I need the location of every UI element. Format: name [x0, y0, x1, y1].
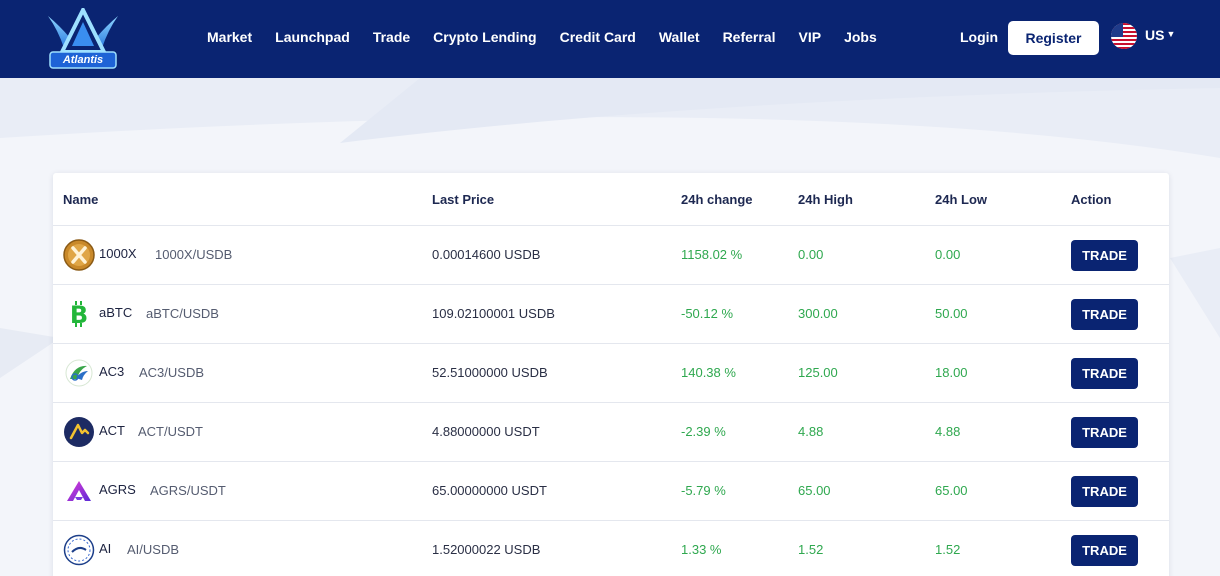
- change-24h: -5.79 %: [681, 483, 726, 498]
- atlantis-logo[interactable]: Atlantis: [46, 5, 120, 72]
- nav-credit-card[interactable]: Credit Card: [560, 29, 636, 45]
- high-24h: 125.00: [798, 365, 838, 380]
- nav-market[interactable]: Market: [207, 29, 252, 45]
- coin-symbol: AGRS: [99, 482, 136, 497]
- last-price: 4.88000000 USDT: [432, 424, 540, 439]
- table-row[interactable]: AGRS AGRS/USDT 65.00000000 USDT -5.79 % …: [53, 462, 1169, 521]
- coin-pair: 1000X/USDB: [155, 247, 233, 262]
- us-flag-icon[interactable]: [1111, 23, 1137, 49]
- svg-text:B: B: [70, 301, 88, 329]
- last-price: 109.02100001 USDB: [432, 306, 555, 321]
- main-nav: Market Launchpad Trade Crypto Lending Cr…: [207, 29, 900, 45]
- low-24h: 65.00: [935, 483, 968, 498]
- change-24h: 1158.02 %: [681, 247, 743, 262]
- act-coin-icon: [63, 416, 95, 448]
- coin-pair: AGRS/USDT: [150, 483, 226, 498]
- high-24h: 0.00: [798, 247, 824, 262]
- caret-down-icon: ▼: [1166, 29, 1176, 39]
- coin-pair: AI/USDB: [127, 542, 180, 557]
- high-24h: 65.00: [798, 483, 831, 498]
- 1000x-coin-icon: [63, 239, 95, 271]
- last-price: 0.00014600 USDB: [432, 247, 541, 262]
- register-button[interactable]: Register: [1008, 21, 1099, 55]
- table-row[interactable]: B aBTC aBTC/USDB 109.02100001 USDB -50.1…: [53, 285, 1169, 344]
- coin-symbol: AI: [99, 541, 112, 556]
- table-row[interactable]: 1000X 1000X/USDB 0.00014600 USDB 1158.02…: [53, 226, 1169, 285]
- change-24h: -2.39 %: [681, 424, 726, 439]
- coin-pair: aBTC/USDB: [146, 306, 219, 321]
- coin-pair: AC3/USDB: [139, 365, 205, 380]
- nav-wallet[interactable]: Wallet: [659, 29, 700, 45]
- ac3-coin-icon: [63, 357, 95, 389]
- column-last-price[interactable]: Last Price: [432, 192, 494, 207]
- table-header: Name Last Price 24h change 24h High 24h …: [53, 173, 1169, 226]
- low-24h: 50.00: [935, 306, 968, 321]
- market-table: Name Last Price 24h change 24h High 24h …: [53, 173, 1169, 576]
- column-24h-change[interactable]: 24h change: [681, 192, 753, 207]
- nav-jobs[interactable]: Jobs: [844, 29, 877, 45]
- nav-referral[interactable]: Referral: [723, 29, 776, 45]
- trade-button[interactable]: TRADE: [1071, 476, 1138, 507]
- last-price: 65.00000000 USDT: [432, 483, 547, 498]
- table-row[interactable]: ACT ACT/USDT 4.88000000 USDT -2.39 % 4.8…: [53, 403, 1169, 462]
- coin-symbol: aBTC: [99, 305, 133, 320]
- nav-trade[interactable]: Trade: [373, 29, 410, 45]
- column-24h-low[interactable]: 24h Low: [935, 192, 987, 207]
- low-24h: 4.88: [935, 424, 961, 439]
- trade-button[interactable]: TRADE: [1071, 417, 1138, 448]
- nav-launchpad[interactable]: Launchpad: [275, 29, 350, 45]
- coin-symbol: AC3: [99, 364, 125, 379]
- nav-crypto-lending[interactable]: Crypto Lending: [433, 29, 536, 45]
- low-24h: 18.00: [935, 365, 968, 380]
- logo-text: Atlantis: [62, 54, 104, 66]
- low-24h: 0.00: [935, 247, 961, 262]
- change-24h: -50.12 %: [681, 306, 734, 321]
- agrs-coin-icon: [63, 475, 95, 507]
- high-24h: 1.52: [798, 542, 824, 557]
- high-24h: 4.88: [798, 424, 824, 439]
- top-navbar: Atlantis Market Launchpad Trade Crypto L…: [0, 0, 1220, 78]
- trade-button[interactable]: TRADE: [1071, 299, 1138, 330]
- abtc-coin-icon: B: [63, 298, 95, 330]
- language-selector[interactable]: US ▼: [1145, 27, 1175, 43]
- language-label: US: [1145, 27, 1165, 43]
- column-24h-high[interactable]: 24h High: [798, 192, 853, 207]
- coin-symbol: ACT: [99, 423, 125, 438]
- coin-symbol: 1000X: [99, 246, 137, 261]
- trade-button[interactable]: TRADE: [1071, 358, 1138, 389]
- column-name[interactable]: Name: [63, 192, 98, 207]
- change-24h: 1.33 %: [681, 542, 722, 557]
- ai-coin-icon: [63, 534, 95, 566]
- last-price: 1.52000022 USDB: [432, 542, 541, 557]
- change-24h: 140.38 %: [681, 365, 736, 380]
- low-24h: 1.52: [935, 542, 961, 557]
- login-link[interactable]: Login: [960, 29, 998, 45]
- high-24h: 300.00: [798, 306, 838, 321]
- trade-button[interactable]: TRADE: [1071, 535, 1138, 566]
- coin-pair: ACT/USDT: [138, 424, 203, 439]
- last-price: 52.51000000 USDB: [432, 365, 548, 380]
- nav-vip[interactable]: VIP: [798, 29, 821, 45]
- table-row[interactable]: AI AI/USDB 1.52000022 USDB 1.33 % 1.52 1…: [53, 521, 1169, 576]
- trade-button[interactable]: TRADE: [1071, 240, 1138, 271]
- table-row[interactable]: AC3 AC3/USDB 52.51000000 USDB 140.38 % 1…: [53, 344, 1169, 403]
- column-action: Action: [1071, 192, 1112, 207]
